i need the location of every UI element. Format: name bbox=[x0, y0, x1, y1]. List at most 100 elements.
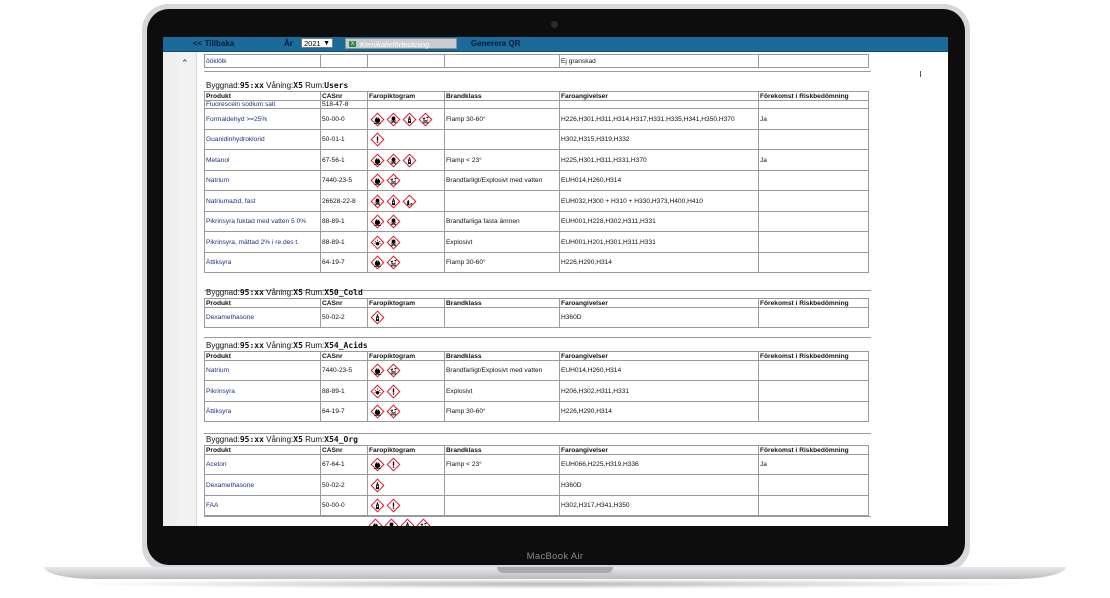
table-row: Metanol 67-56-1 Flamp < 23° H225,H301,H311,… bbox=[204, 149, 869, 171]
chevron-down-icon: ▼ bbox=[323, 40, 330, 47]
product-link[interactable]: Formaldehyd >=25% bbox=[204, 108, 321, 130]
table-row: Natriumazid, fast 26628-22-8 EUH032,H300 +… bbox=[204, 190, 869, 212]
column-header: Faroangivelser bbox=[559, 445, 759, 455]
column-header: Brandklass bbox=[444, 351, 560, 361]
risk-assessment bbox=[758, 211, 869, 232]
pictogram-list bbox=[369, 173, 443, 188]
cas-number: 67-64-1 bbox=[320, 454, 368, 475]
product-link[interactable]: Pikrinsyra fuktad med vatten 5 0% bbox=[204, 211, 321, 232]
room-location: Byggnad:95:xx Våning:X5 Rum:X54_Org bbox=[206, 435, 358, 444]
risk-assessment bbox=[758, 100, 869, 109]
pictogram-list bbox=[369, 310, 443, 325]
product-link[interactable]: Ättiksyra bbox=[204, 401, 321, 422]
pictogram-cell bbox=[367, 454, 445, 475]
hazard-statements: H360D bbox=[559, 307, 759, 328]
pictogram-cell bbox=[367, 401, 445, 422]
laptop-shadow bbox=[70, 579, 1040, 589]
cas-number: 50-00-0 bbox=[320, 108, 368, 130]
column-header: Produkt bbox=[204, 445, 321, 455]
chemical-table: Produkt CASnr Faropiktogram Brandklass Faroa… bbox=[204, 351, 869, 422]
flame-icon bbox=[370, 214, 385, 229]
fire-class bbox=[444, 474, 560, 496]
risk-assessment: Ja bbox=[758, 454, 869, 475]
risk-assessment bbox=[758, 129, 869, 150]
product-link[interactable]: Natrium bbox=[204, 360, 321, 381]
health-hazard-icon bbox=[400, 518, 415, 526]
flame-icon bbox=[370, 153, 385, 167]
product-link[interactable]: Pikrinsyra bbox=[204, 380, 321, 402]
fire-class bbox=[444, 100, 560, 109]
risk-assessment bbox=[758, 190, 869, 212]
generate-qr-button[interactable]: Generera QR bbox=[471, 38, 520, 50]
product-link[interactable]: Pikrinsyra, mättad 2% i re.des t. bbox=[204, 231, 321, 253]
hazard-statements: H206,H302,H311,H331 bbox=[559, 380, 759, 402]
risk-assessment bbox=[758, 495, 869, 516]
toxic-skull-icon bbox=[386, 112, 401, 126]
pictogram-list bbox=[369, 255, 443, 270]
product-link[interactable]: ööklölk bbox=[204, 54, 321, 68]
location-label: Byggnad: bbox=[206, 341, 240, 350]
product-link[interactable]: Guanidinhydroklorid bbox=[204, 129, 321, 150]
product-link[interactable]: Natrium bbox=[204, 170, 321, 191]
risk-assessment bbox=[758, 170, 869, 191]
risk-assessment bbox=[758, 360, 869, 381]
flame-icon bbox=[368, 518, 383, 526]
environment-icon bbox=[402, 194, 417, 208]
cas-number: 7440-23-5 bbox=[320, 170, 368, 191]
product-link[interactable]: Ättiksyra bbox=[204, 252, 321, 273]
product-link[interactable]: Metanol bbox=[204, 149, 321, 171]
location-value: 95:xx bbox=[239, 288, 264, 297]
back-link[interactable]: << Tillbaka bbox=[193, 38, 234, 50]
hazard-statements: H226,H290,H314 bbox=[559, 401, 759, 422]
product-link[interactable]: Aceton bbox=[204, 454, 321, 475]
product-link[interactable]: Natriumazid, fast bbox=[204, 190, 321, 212]
column-header: Faropiktogram bbox=[367, 445, 445, 455]
health-hazard-icon bbox=[402, 112, 417, 126]
fire-class: Brandfarligt/Explosivt med vatten bbox=[444, 360, 560, 381]
hazard-statements: H302,H315,H319,H332 bbox=[559, 129, 759, 150]
kemikalie-button[interactable]: X Kemikalieförteckning bbox=[345, 38, 457, 49]
hazard-statements: EUH032,H300 + H310 + H330,H373,H400,H410 bbox=[559, 190, 759, 212]
table-row: Ättiksyra 64-19-7 Flamp 30-60° H226,H290,H3… bbox=[204, 401, 869, 422]
risk-assessment: Ja bbox=[758, 149, 869, 171]
product-link[interactable]: Dexamethasone bbox=[204, 307, 321, 328]
fire-class: Brandfarliga fasta ämnen bbox=[444, 211, 560, 232]
table-row: Natrium 7440-23-5 Brandfarligt/Explosivt m… bbox=[204, 360, 869, 381]
room-location: Byggnad:95:xx Våning:X5 Rum:Users bbox=[206, 81, 348, 90]
fire-class: Flamp < 23° bbox=[444, 454, 560, 475]
pictogram-cell bbox=[367, 252, 445, 273]
fire-class: Flamp 30-60° bbox=[444, 401, 560, 422]
location-value: 95:xx bbox=[239, 435, 264, 444]
table-row: Pikrinsyra fuktad med vatten 5 0% 88-89-1… bbox=[204, 211, 869, 232]
health-hazard-icon bbox=[370, 478, 385, 492]
table-row: Ättiksyra 64-19-7 Flamp 30-60° H226,H290,H3… bbox=[204, 252, 869, 273]
hazard-statements: EUH014,H260,H314 bbox=[559, 170, 759, 191]
fire-class: Explosivt bbox=[444, 380, 560, 402]
product-link[interactable]: Fluorescein sodium salt bbox=[204, 100, 321, 109]
pictogram-cell bbox=[367, 190, 445, 212]
scrollbar[interactable]: ⌃ bbox=[177, 52, 197, 526]
pictogram-cell bbox=[367, 108, 445, 130]
fire-class bbox=[444, 307, 560, 328]
cas-number: 50-02-2 bbox=[320, 474, 368, 496]
year-select[interactable]: 2021 ▼ bbox=[301, 38, 333, 48]
chevron-up-icon[interactable]: ⌃ bbox=[181, 58, 189, 69]
product-link[interactable]: FAA bbox=[204, 495, 321, 516]
camera bbox=[551, 21, 558, 28]
pictogram-cell bbox=[367, 54, 445, 68]
column-header: CASnr bbox=[320, 445, 368, 455]
room-location: Byggnad:95:xx Våning:X5 Rum:X50_Cold bbox=[206, 288, 363, 297]
corrosive-icon bbox=[386, 173, 401, 188]
hazard-statements: EUH001,H201,H301,H311,H331 bbox=[559, 231, 759, 253]
pictogram-list bbox=[369, 363, 443, 378]
toxic-skull-icon bbox=[384, 518, 399, 526]
table-row: Fluorescein sodium salt 518-47-8 bbox=[204, 100, 869, 109]
table-row: Pikrinsyra, mättad 2% i re.des t. 88-89-1… bbox=[204, 231, 869, 253]
pictogram-list bbox=[369, 478, 443, 493]
hazard-statements: H302,H317,H341,H350 bbox=[559, 495, 759, 516]
health-hazard-icon bbox=[370, 498, 385, 513]
location-value: X5 bbox=[293, 288, 303, 297]
table-row: Guanidinhydroklorid 50-01-1 H302,H315,H319… bbox=[204, 129, 869, 150]
column-header: Faropiktogram bbox=[367, 351, 445, 361]
product-link[interactable]: Dexamethasone bbox=[204, 474, 321, 496]
